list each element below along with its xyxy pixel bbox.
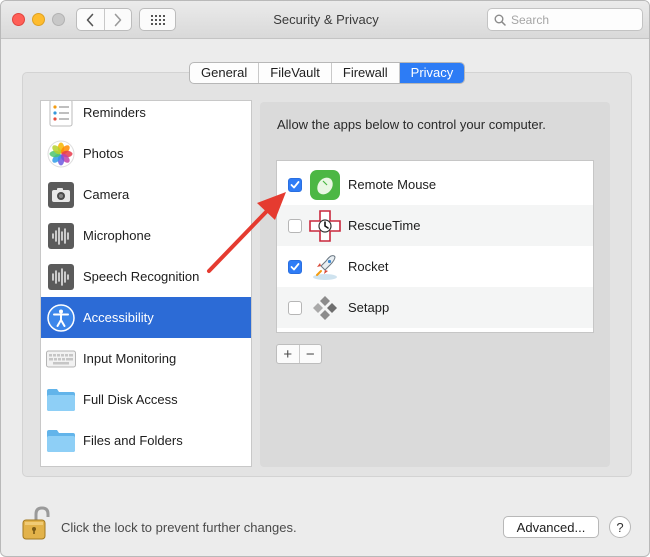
sidebar-item-label: Reminders <box>83 105 146 120</box>
back-forward-control <box>76 8 132 31</box>
app-list[interactable]: Remote Mouse RescueTime Rocket Setapp <box>276 160 594 333</box>
sidebar-item-files-and-folders[interactable]: Files and Folders <box>41 420 251 461</box>
grid-icon <box>150 14 165 25</box>
app-checkbox[interactable] <box>288 177 302 192</box>
sidebar-item-input-monitoring[interactable]: Input Monitoring <box>41 338 251 379</box>
photos-icon <box>46 139 76 169</box>
app-name: RescueTime <box>348 218 421 233</box>
title-bar: Security & Privacy <box>1 1 649 39</box>
app-name: Rocket <box>348 259 389 274</box>
sidebar-item-label: Input Monitoring <box>83 351 177 366</box>
setapp-icon <box>309 292 341 324</box>
app-checkbox[interactable] <box>288 218 302 233</box>
app-row-rocket[interactable]: Rocket <box>277 246 593 287</box>
sidebar-item-microphone[interactable]: Microphone <box>41 215 251 256</box>
app-checkbox[interactable] <box>288 259 302 274</box>
tab-firewall[interactable]: Firewall <box>332 63 400 83</box>
forward-button[interactable] <box>103 9 132 30</box>
remove-app-button[interactable]: − <box>298 345 322 363</box>
privacy-category-list[interactable]: Reminders Photos Camera Microphone Speec… <box>40 100 252 467</box>
keyboard-icon <box>46 344 76 374</box>
sidebar-item-label: Microphone <box>83 228 151 243</box>
help-button[interactable]: ? <box>609 516 631 538</box>
zoom-window-button[interactable] <box>52 13 65 26</box>
search-box[interactable] <box>487 8 643 31</box>
sidebar-item-label: Photos <box>83 146 124 161</box>
rocket-icon <box>309 251 341 283</box>
chevron-left-icon <box>86 13 94 26</box>
search-input[interactable] <box>511 12 631 27</box>
accessibility-icon <box>46 303 76 333</box>
app-name: Remote Mouse <box>348 177 437 192</box>
search-icon <box>494 14 506 26</box>
sidebar-item-label: Accessibility <box>83 310 154 325</box>
sidebar-item-full-disk-access[interactable]: Full Disk Access <box>41 379 251 420</box>
sidebar-item-label: Full Disk Access <box>83 392 178 407</box>
lock-message: Click the lock to prevent further change… <box>61 520 297 535</box>
sidebar-item-reminders[interactable]: Reminders <box>41 101 251 133</box>
camera-icon <box>46 180 76 210</box>
app-row-setapp[interactable]: Setapp <box>277 287 593 328</box>
sidebar-item-label: Files and Folders <box>83 433 183 448</box>
sidebar-item-label: Camera <box>83 187 130 202</box>
app-row-remote-mouse[interactable]: Remote Mouse <box>277 164 593 205</box>
sidebar-item-photos[interactable]: Photos <box>41 133 251 174</box>
unlocked-padlock-icon <box>22 506 50 540</box>
app-checkbox[interactable] <box>288 300 302 315</box>
tab-general[interactable]: General <box>190 63 260 83</box>
folder-icon <box>46 385 76 415</box>
lock-button[interactable] <box>19 506 55 542</box>
sidebar-item-camera[interactable]: Camera <box>41 174 251 215</box>
advanced-button[interactable]: Advanced... <box>503 516 599 538</box>
instruction-text: Allow the apps below to control your com… <box>277 117 546 132</box>
sidebar-item-accessibility[interactable]: Accessibility <box>41 297 251 338</box>
window-title: Security & Privacy <box>273 12 379 27</box>
folder-icon <box>46 426 76 456</box>
reminders-icon <box>46 101 76 128</box>
checkmark-icon <box>290 262 300 270</box>
microphone-icon <box>46 221 76 251</box>
tab-privacy[interactable]: Privacy <box>399 63 465 83</box>
rescuetime-icon <box>309 209 341 242</box>
app-row-rescuetime[interactable]: RescueTime <box>277 205 593 246</box>
chevron-right-icon <box>114 13 122 26</box>
security-privacy-window: Security & Privacy General FileVault Fir… <box>0 0 650 557</box>
sidebar-item-label: Speech Recognition <box>83 269 200 284</box>
speech-recognition-icon <box>46 262 76 292</box>
tab-bar: General FileVault Firewall Privacy <box>189 62 466 84</box>
add-remove-control: + − <box>276 344 322 364</box>
add-app-button[interactable]: + <box>277 345 299 363</box>
app-name: Setapp <box>348 300 390 315</box>
show-all-button[interactable] <box>139 8 176 31</box>
close-window-button[interactable] <box>12 13 25 26</box>
tab-filevault[interactable]: FileVault <box>259 63 332 83</box>
back-button[interactable] <box>77 9 104 30</box>
remote-mouse-icon <box>309 169 341 201</box>
minimize-window-button[interactable] <box>32 13 45 26</box>
sidebar-item-speech-recognition[interactable]: Speech Recognition <box>41 256 251 297</box>
checkmark-icon <box>290 180 300 188</box>
